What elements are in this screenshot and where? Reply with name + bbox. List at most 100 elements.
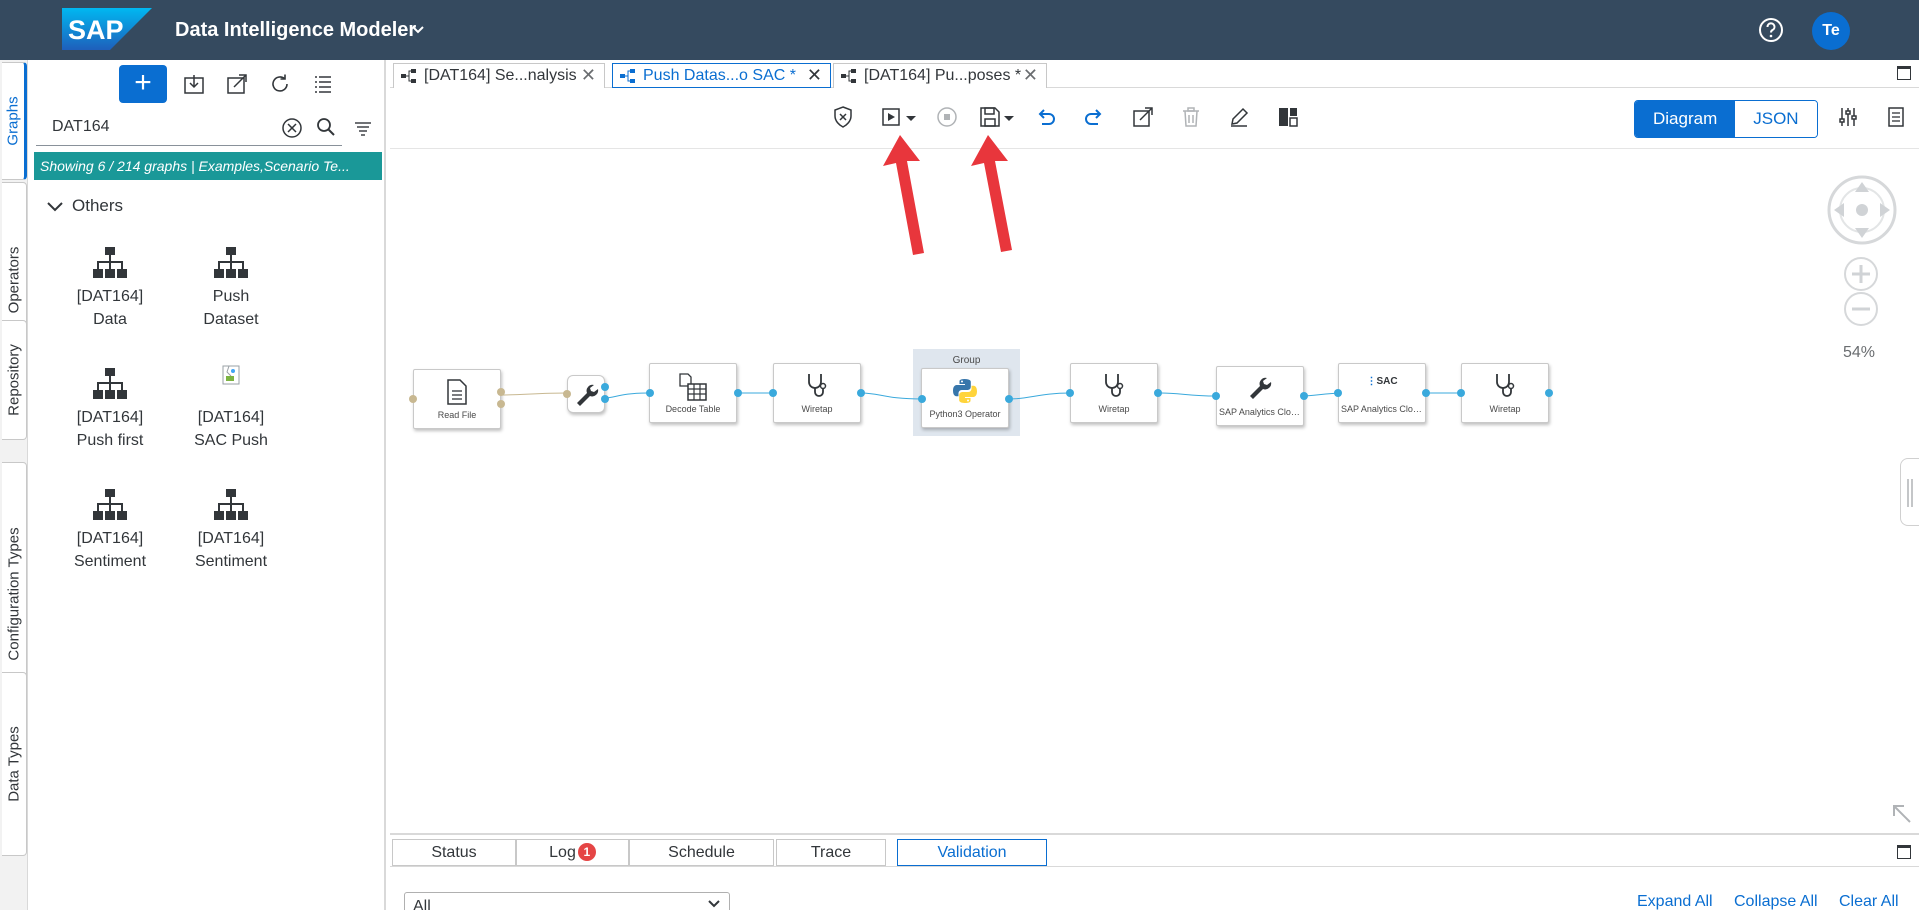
- output-port[interactable]: [1005, 395, 1013, 403]
- output-port[interactable]: [1422, 389, 1430, 397]
- group-header-others[interactable]: Others: [46, 196, 123, 216]
- refresh-icon[interactable]: [269, 73, 291, 95]
- node-sac-producer[interactable]: ⋮SAC SAP Analytics Cloud ...: [1338, 363, 1426, 423]
- node-converter[interactable]: [567, 375, 605, 413]
- input-port[interactable]: [646, 389, 654, 397]
- graphs-panel: + DAT164 Showing 6 / 214 graphs | Exampl…: [28, 60, 386, 910]
- node-wiretap-1[interactable]: Wiretap: [773, 363, 861, 423]
- collapse-all-link[interactable]: Collapse All: [1734, 893, 1818, 910]
- side-panel-handle[interactable]: [1900, 458, 1919, 526]
- validate-icon[interactable]: [831, 105, 855, 129]
- input-port[interactable]: [769, 389, 777, 397]
- output-port[interactable]: [857, 389, 865, 397]
- output-port[interactable]: [1154, 389, 1162, 397]
- graph-search-input[interactable]: DAT164: [36, 108, 342, 146]
- properties-panel-icon[interactable]: [1884, 105, 1908, 129]
- diagram-view-button[interactable]: Diagram: [1635, 101, 1736, 137]
- input-port[interactable]: [563, 390, 571, 398]
- output-port[interactable]: [497, 400, 505, 408]
- tab-validation[interactable]: Validation: [897, 839, 1047, 866]
- input-port[interactable]: [1066, 389, 1074, 397]
- json-view-button[interactable]: JSON: [1735, 101, 1817, 137]
- doc-tab-active[interactable]: Push Datas...o SAC * ✕: [612, 63, 831, 88]
- undo-icon[interactable]: [1034, 105, 1058, 129]
- create-graph-button[interactable]: +: [119, 65, 167, 103]
- filter-select-value: All: [413, 898, 431, 910]
- chevron-down-icon: [47, 201, 63, 211]
- maximize-icon[interactable]: [1897, 66, 1911, 80]
- input-port[interactable]: [1212, 392, 1220, 400]
- close-icon[interactable]: ✕: [807, 64, 822, 87]
- save-icon[interactable]: [978, 105, 1002, 129]
- graph-canvas[interactable]: [390, 150, 1919, 833]
- annotation-arrow-save: [971, 135, 1012, 252]
- export-icon[interactable]: [226, 73, 248, 95]
- filter-icon[interactable]: [353, 118, 373, 138]
- output-port[interactable]: [734, 389, 742, 397]
- tab-log[interactable]: Log 1: [516, 839, 629, 866]
- input-port[interactable]: [918, 395, 926, 403]
- graph-item[interactable]: Push Dataset: [176, 247, 286, 331]
- vtab-data-types[interactable]: Data Types: [2, 672, 27, 856]
- maximize-bottom-icon[interactable]: [1897, 845, 1911, 859]
- close-icon[interactable]: ✕: [581, 64, 596, 87]
- chevron-down-icon[interactable]: [411, 25, 425, 35]
- graph-item[interactable]: [DAT164] Data: [55, 247, 165, 331]
- vtab-repository[interactable]: Repository: [2, 320, 27, 440]
- graph-item[interactable]: [DAT164] Push first: [55, 368, 165, 452]
- user-avatar[interactable]: Te: [1812, 12, 1850, 50]
- output-port[interactable]: [601, 395, 609, 403]
- chevron-down-icon: [708, 900, 720, 908]
- redo-icon[interactable]: [1082, 105, 1106, 129]
- delete-icon[interactable]: [1179, 105, 1203, 129]
- sap-logo[interactable]: SAP: [62, 8, 152, 50]
- app-title[interactable]: Data Intelligence Modeler: [175, 19, 416, 42]
- zoom-out-icon[interactable]: [1843, 291, 1879, 327]
- clear-search-icon[interactable]: [281, 117, 303, 139]
- input-port[interactable]: [1457, 389, 1465, 397]
- node-decode-table[interactable]: Decode Table: [649, 363, 737, 423]
- tab-schedule[interactable]: Schedule: [629, 839, 774, 866]
- import-icon[interactable]: [183, 73, 205, 95]
- clear-all-link[interactable]: Clear All: [1839, 893, 1899, 910]
- pan-control[interactable]: [1826, 174, 1898, 246]
- validation-filter-select[interactable]: All: [404, 892, 730, 910]
- doc-tab[interactable]: [DAT164] Pu...poses * ✕: [833, 63, 1047, 88]
- stop-icon[interactable]: [935, 105, 959, 129]
- output-port[interactable]: [1545, 389, 1553, 397]
- zoom-in-icon[interactable]: [1843, 256, 1879, 292]
- node-read-file[interactable]: Read File: [413, 369, 501, 429]
- node-python3-operator[interactable]: Python3 Operator: [921, 368, 1009, 428]
- save-dropdown-icon[interactable]: [1002, 105, 1016, 129]
- node-wiretap-2[interactable]: Wiretap: [1070, 363, 1158, 423]
- run-icon[interactable]: [880, 105, 904, 129]
- tab-log-label: Log: [549, 844, 576, 861]
- collapse-corner-icon[interactable]: [1891, 803, 1913, 825]
- list-view-icon[interactable]: [312, 73, 334, 95]
- tab-trace[interactable]: Trace: [776, 839, 886, 866]
- run-dropdown-icon[interactable]: [904, 105, 918, 129]
- graph-item[interactable]: [DAT164] Sentiment: [55, 489, 165, 573]
- graph-hierarchy-icon: [214, 489, 248, 520]
- tab-status[interactable]: Status: [392, 839, 516, 866]
- output-port[interactable]: [497, 388, 505, 396]
- expand-all-link[interactable]: Expand All: [1637, 893, 1713, 910]
- zoom-level: 54%: [1843, 344, 1876, 361]
- search-icon[interactable]: [316, 117, 336, 137]
- output-port[interactable]: [1300, 392, 1308, 400]
- edit-export-icon[interactable]: [1131, 105, 1155, 129]
- help-icon[interactable]: [1758, 17, 1784, 43]
- doc-tab[interactable]: [DAT164] Se...nalysis ✕: [393, 63, 605, 88]
- graph-item[interactable]: [DAT164] Sentiment: [176, 489, 286, 573]
- edit-pen-icon[interactable]: [1227, 105, 1251, 129]
- auto-layout-icon[interactable]: [1276, 105, 1300, 129]
- vtab-graphs[interactable]: Graphs: [2, 62, 27, 180]
- close-icon[interactable]: ✕: [1023, 64, 1038, 87]
- graph-item[interactable]: [DAT164] SAC Push: [176, 362, 286, 452]
- output-port[interactable]: [601, 383, 609, 391]
- node-wiretap-3[interactable]: Wiretap: [1461, 363, 1549, 423]
- node-sac-formatter[interactable]: SAP Analytics Cloud ...: [1216, 366, 1304, 426]
- input-port[interactable]: [1334, 389, 1342, 397]
- settings-sliders-icon[interactable]: [1836, 105, 1860, 129]
- input-port[interactable]: [409, 395, 417, 403]
